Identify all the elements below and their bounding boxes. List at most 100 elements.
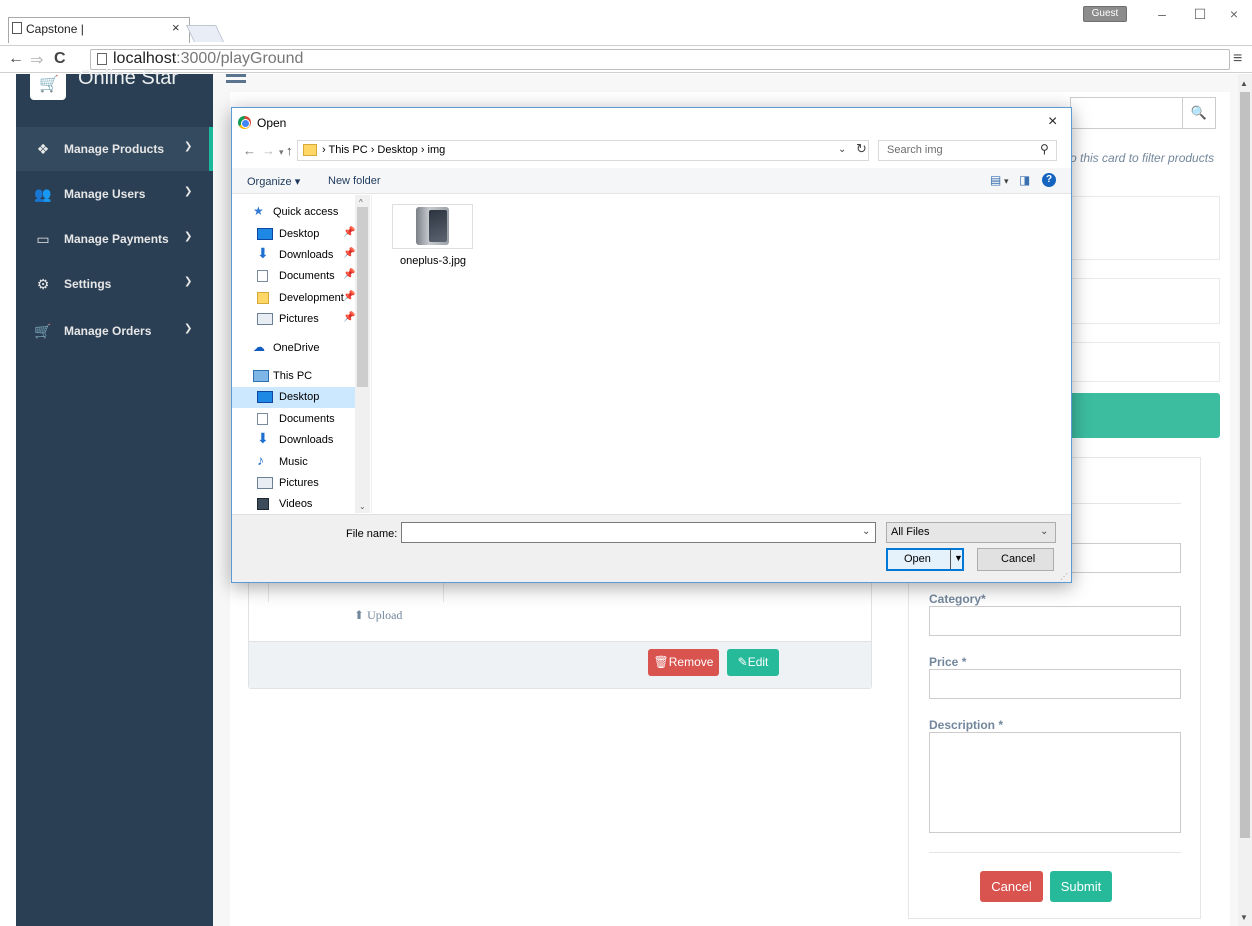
- file-name[interactable]: oneplus-3.jpg: [400, 255, 466, 267]
- back-icon[interactable]: ←: [243, 143, 256, 158]
- forward-icon[interactable]: →: [262, 143, 275, 158]
- pictures-folder-icon: [257, 477, 273, 489]
- nav-item-documents-pinned[interactable]: Documents 📌: [237, 266, 355, 287]
- nav-item-desktop[interactable]: Desktop: [232, 387, 355, 408]
- minimize-icon[interactable]: –: [1150, 6, 1174, 22]
- form-cancel-button[interactable]: Cancel: [980, 871, 1043, 902]
- nav-pane-scrollbar-thumb[interactable]: [357, 207, 368, 387]
- scroll-up-icon[interactable]: ^: [359, 198, 363, 207]
- nav-item-videos[interactable]: Videos: [237, 494, 353, 515]
- chevron-down-icon[interactable]: ▾: [1004, 176, 1009, 187]
- view-options-icon[interactable]: ▤: [990, 173, 1001, 187]
- back-icon[interactable]: ←: [8, 50, 24, 68]
- pin-icon[interactable]: 📌: [343, 312, 355, 323]
- price-field[interactable]: [929, 669, 1181, 699]
- nav-item-music[interactable]: ♪ Music: [237, 452, 353, 473]
- chevron-down-icon: ❯: [184, 276, 193, 287]
- cart-logo-icon: 🛒: [39, 76, 59, 93]
- chevron-down-icon: ❯: [184, 186, 193, 197]
- sidebar-item-manage-users[interactable]: 👥 Manage Users ❯: [16, 172, 213, 216]
- nav-item-desktop-pinned[interactable]: Desktop 📌: [237, 224, 355, 245]
- sidebar-item-manage-payments[interactable]: ▭ Manage Payments ❯: [16, 217, 213, 261]
- pin-icon[interactable]: 📌: [343, 227, 355, 238]
- scroll-down-icon[interactable]: ▼: [1240, 913, 1248, 922]
- filter-card[interactable]: [1070, 342, 1220, 382]
- pin-icon[interactable]: 📌: [343, 291, 355, 302]
- edit-button[interactable]: ✎Edit: [727, 649, 779, 676]
- dialog-cancel-label: Cancel: [1001, 553, 1036, 565]
- resize-grip-icon[interactable]: ⋰: [1060, 572, 1068, 581]
- nav-item-this-pc[interactable]: This PC: [237, 366, 353, 387]
- nav-label: Development: [279, 292, 344, 304]
- breadcrumb[interactable]: › This PC › Desktop › img: [322, 144, 445, 156]
- refresh-icon[interactable]: ↻: [856, 141, 867, 157]
- remove-button[interactable]: 🗑Remove: [648, 649, 719, 676]
- folder-icon: [303, 144, 317, 156]
- nav-item-pictures-pinned[interactable]: Pictures 📌: [237, 309, 355, 330]
- profile-badge[interactable]: Guest: [1083, 6, 1127, 22]
- chevron-down-icon[interactable]: ⌄: [862, 526, 870, 537]
- scroll-down-icon[interactable]: ⌄: [359, 502, 366, 511]
- page-scrollbar-thumb[interactable]: [1240, 92, 1250, 838]
- menu-toggle-icon[interactable]: [226, 74, 246, 86]
- sidebar-label: Manage Users: [64, 187, 146, 201]
- price-label: Price *: [929, 655, 967, 669]
- sidebar-item-manage-products[interactable]: ❖ Manage Products ❯: [16, 127, 213, 171]
- help-icon[interactable]: ?: [1042, 173, 1056, 187]
- maximize-icon[interactable]: ☐: [1188, 6, 1212, 23]
- desktop-folder-icon: [257, 228, 273, 240]
- folder-icon: [257, 292, 269, 304]
- reload-icon[interactable]: C: [54, 50, 66, 68]
- nav-label: Pictures: [279, 313, 319, 325]
- image-thumbnail-screen: [429, 210, 447, 242]
- scroll-up-icon[interactable]: ▲: [1240, 79, 1248, 88]
- computer-icon: [253, 370, 269, 382]
- pin-icon[interactable]: 📌: [343, 248, 355, 259]
- sidebar-item-manage-orders[interactable]: 🛒 Manage Orders ❯: [16, 309, 213, 353]
- url-path: :3000/playGround: [176, 50, 304, 67]
- nav-item-downloads-pinned[interactable]: ⬇ Downloads 📌: [237, 245, 355, 266]
- videos-folder-icon: [257, 498, 269, 510]
- filter-card[interactable]: [1070, 278, 1220, 324]
- nav-item-documents[interactable]: Documents: [237, 409, 353, 430]
- preview-pane-icon[interactable]: ◨: [1019, 173, 1030, 187]
- up-icon[interactable]: ↑: [286, 143, 293, 158]
- nav-item-development-pinned[interactable]: Development 📌: [237, 288, 355, 309]
- url-host: localhost: [113, 50, 177, 67]
- browser-menu-icon[interactable]: ≡: [1233, 50, 1242, 68]
- file-name-input[interactable]: [401, 522, 876, 543]
- category-field[interactable]: [929, 606, 1181, 636]
- upload-link[interactable]: ⬆ Upload: [354, 608, 402, 623]
- chevron-down-icon[interactable]: ⌄: [1040, 526, 1048, 537]
- sidebar-label: Manage Products: [64, 142, 165, 156]
- cubes-icon: ❖: [36, 141, 50, 157]
- nav-label: Documents: [279, 413, 335, 425]
- sidebar-item-settings[interactable]: ⚙ Settings ❯: [16, 262, 213, 306]
- dialog-close-icon[interactable]: ×: [1048, 113, 1057, 131]
- pin-icon[interactable]: 📌: [343, 269, 355, 280]
- forward-icon[interactable]: ⇒: [30, 50, 43, 70]
- page-info-icon[interactable]: [97, 53, 107, 65]
- nav-item-onedrive[interactable]: ☁ OneDrive: [237, 338, 353, 359]
- nav-item-downloads[interactable]: ⬇ Downloads: [237, 430, 353, 451]
- nav-label: OneDrive: [273, 342, 320, 354]
- chrome-icon: [238, 116, 251, 129]
- recent-locations-icon[interactable]: ▾: [279, 147, 284, 158]
- nav-item-quick-access[interactable]: ★ Quick access: [237, 202, 353, 223]
- search-icon[interactable]: ⚲: [1040, 142, 1049, 156]
- filter-card[interactable]: [1070, 196, 1220, 260]
- file-list: [371, 195, 1071, 513]
- organize-menu[interactable]: Organize ▾: [247, 175, 300, 188]
- new-folder-button[interactable]: New folder: [328, 175, 381, 187]
- search-icon[interactable]: 🔍: [1182, 97, 1216, 129]
- chevron-down-icon[interactable]: ⌄: [838, 144, 846, 155]
- nav-item-pictures[interactable]: Pictures: [237, 473, 353, 494]
- description-field[interactable]: [929, 732, 1181, 833]
- chevron-down-icon[interactable]: ▼: [954, 553, 963, 563]
- form-submit-button[interactable]: Submit: [1050, 871, 1112, 902]
- product-search-input[interactable]: [1070, 97, 1182, 129]
- sidebar-label: Manage Orders: [64, 324, 152, 338]
- window-close-icon[interactable]: ×: [1222, 6, 1246, 22]
- tab-close-icon[interactable]: ×: [172, 20, 180, 35]
- nav-label: Downloads: [279, 249, 334, 261]
